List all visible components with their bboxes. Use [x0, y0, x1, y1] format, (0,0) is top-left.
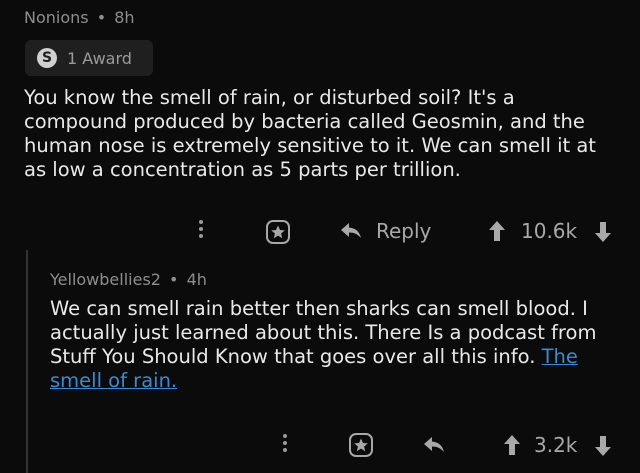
award-badge[interactable]: S 1 Award: [25, 40, 153, 76]
upvote-icon[interactable]: [503, 434, 521, 456]
comment1-time: 8h: [114, 8, 135, 27]
comment1-body: You know the smell of rain, or disturbed…: [24, 86, 624, 182]
meta-separator: •: [96, 8, 107, 27]
comment2-line: Stuff You Should Know that goes over all…: [50, 345, 625, 369]
upvote-icon[interactable]: [488, 220, 506, 242]
silver-award-icon: S: [37, 48, 57, 68]
give-award-icon[interactable]: [347, 431, 375, 459]
reply-icon: [341, 223, 361, 238]
downvote-icon[interactable]: [594, 435, 612, 457]
comment1-header: Nonions • 8h: [24, 8, 135, 27]
reply-label: Reply: [376, 219, 432, 243]
reply-icon[interactable]: [423, 436, 445, 458]
comment1-author[interactable]: Nonions: [24, 8, 89, 27]
comment1-line: compound produced by bacteria called Geo…: [24, 110, 585, 133]
comment1-line: human nose is extremely sensitive to it.…: [24, 134, 596, 157]
more-options-icon[interactable]: [283, 434, 287, 452]
comment2-line: We can smell rain better then sharks can…: [50, 297, 588, 320]
give-award-icon[interactable]: [264, 218, 292, 246]
comment2-time: 4h: [186, 270, 207, 289]
reply-button[interactable]: Reply: [340, 219, 431, 243]
thread-line[interactable]: [26, 250, 28, 473]
comment1-line: as low a concentration as 5 parts per tr…: [24, 158, 461, 181]
comment1-line: You know the smell of rain, or disturbed…: [24, 86, 515, 109]
smell-of-rain-link[interactable]: The: [542, 345, 578, 368]
comment2-line: smell of rain.: [50, 369, 625, 393]
more-options-icon[interactable]: [199, 220, 203, 238]
smell-of-rain-link-cont[interactable]: smell of rain.: [50, 369, 177, 392]
vote-count: 10.6k: [521, 219, 578, 243]
comment2-text: Stuff You Should Know that goes over all…: [50, 345, 542, 368]
vote-count: 3.2k: [534, 433, 578, 457]
comment2-body: We can smell rain better then sharks can…: [50, 297, 625, 393]
downvote-icon[interactable]: [594, 221, 612, 243]
comment2-line: actually just learned about this. There …: [50, 321, 597, 344]
award-label: 1 Award: [67, 48, 132, 68]
comment2-author[interactable]: Yellowbellies2: [50, 270, 161, 289]
meta-separator: •: [169, 270, 179, 289]
comment2-header: Yellowbellies2 • 4h: [50, 270, 207, 289]
